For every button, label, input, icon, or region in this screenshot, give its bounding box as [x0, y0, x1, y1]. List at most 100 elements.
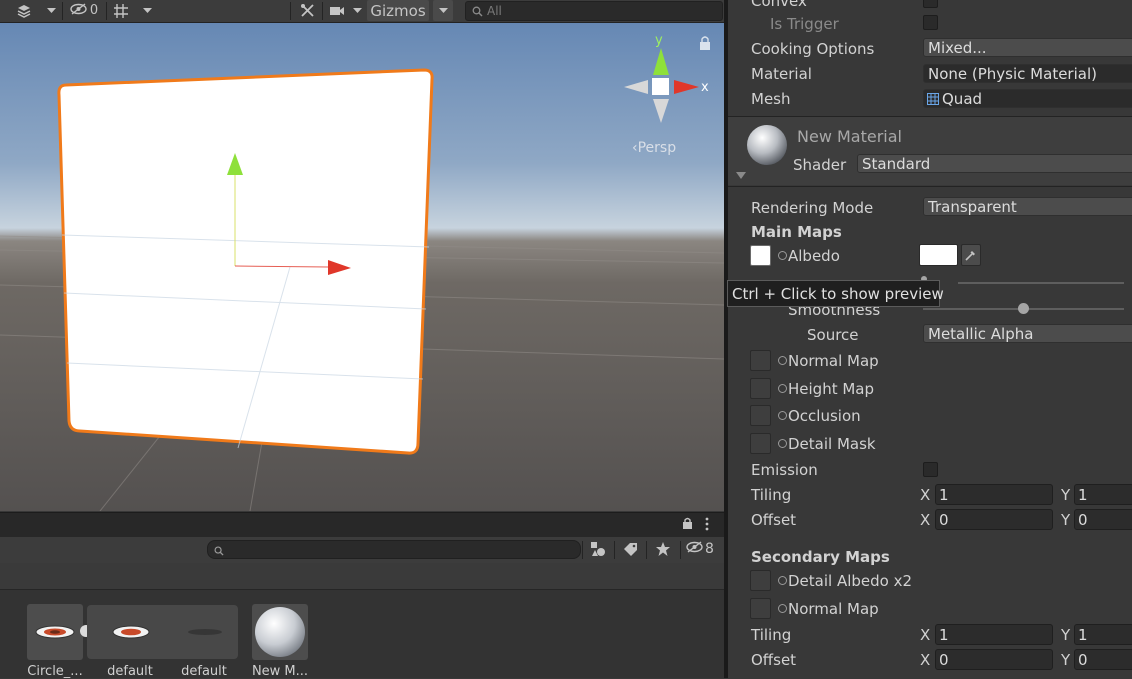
- detail-albedo-texture-slot[interactable]: [750, 570, 771, 591]
- emission-checkbox[interactable]: [923, 462, 938, 477]
- emission-label: Emission: [751, 461, 818, 479]
- gizmo-y-label: y: [655, 33, 663, 48]
- star-icon[interactable]: [655, 541, 671, 561]
- object-picker-icon[interactable]: [778, 576, 787, 585]
- is-trigger-checkbox[interactable]: [923, 15, 938, 30]
- section-divider: [728, 186, 1132, 187]
- secondary-normal-map-label: Normal Map: [788, 600, 879, 618]
- object-picker-icon[interactable]: [778, 251, 787, 260]
- detail-mask-texture-slot[interactable]: [750, 433, 771, 454]
- asset-label: default: [181, 664, 227, 679]
- project-panel-header: [0, 512, 724, 537]
- camera-dropdown-chevron-icon[interactable]: [349, 0, 365, 21]
- layers-dropdown-chevron-icon[interactable]: [42, 0, 60, 21]
- eyedropper-icon[interactable]: [961, 244, 981, 266]
- smoothness-slider-thumb[interactable]: [1017, 303, 1029, 314]
- secondary-offset-x-input[interactable]: 0: [935, 649, 1053, 670]
- offset-y-input[interactable]: 0: [1074, 509, 1132, 530]
- menu-dots-icon[interactable]: [704, 517, 710, 535]
- hidden-objects-count: 0: [89, 3, 99, 18]
- asset-thumbnail[interactable]: [27, 604, 83, 660]
- asset-thumbnail[interactable]: [103, 604, 159, 660]
- label-icon[interactable]: [623, 542, 639, 560]
- object-picker-icon[interactable]: [778, 439, 787, 448]
- gizmo-center-cube[interactable]: [652, 78, 669, 95]
- mesh-field[interactable]: Quad: [923, 89, 1132, 108]
- gizmo-x-cone[interactable]: [674, 80, 699, 94]
- mesh-label: Mesh: [751, 90, 791, 108]
- project-visibility-toggle[interactable]: 8: [686, 541, 714, 557]
- layers-icon[interactable]: [12, 0, 36, 21]
- albedo-texture-slot[interactable]: [750, 245, 771, 266]
- projection-toggle[interactable]: ‹Persp: [632, 140, 676, 156]
- project-search-input[interactable]: [207, 540, 581, 559]
- detail-mask-label: Detail Mask: [788, 435, 876, 453]
- tiling-label: Tiling: [751, 486, 792, 504]
- object-picker-icon[interactable]: [778, 411, 787, 420]
- secondary-normal-map-texture-slot[interactable]: [750, 598, 771, 619]
- visibility-icon: [70, 2, 87, 19]
- scene-search-placeholder: All: [487, 4, 502, 18]
- orientation-gizmo[interactable]: [624, 48, 699, 123]
- inspector-panel: Convex Is Trigger Cooking Options Mixed.…: [728, 0, 1132, 678]
- cooking-options-label: Cooking Options: [751, 40, 875, 58]
- material-foldout-arrow-icon[interactable]: [736, 168, 746, 184]
- scene-search-input[interactable]: All: [465, 1, 723, 21]
- occlusion-texture-slot[interactable]: [750, 405, 771, 426]
- search-icon: [472, 6, 483, 17]
- physic-material-field[interactable]: None (Physic Material): [923, 64, 1132, 83]
- scene-viewport[interactable]: y x: [0, 23, 724, 511]
- gizmo-x-label: x: [701, 80, 709, 95]
- scene-view[interactable]: y x ‹Persp: [0, 23, 724, 511]
- albedo-color-swatch[interactable]: [919, 244, 958, 266]
- project-hidden-count: 8: [705, 541, 714, 557]
- gizmos-dropdown-chevron-icon[interactable]: [433, 0, 453, 21]
- object-picker-icon[interactable]: [778, 384, 787, 393]
- tiling-y-input[interactable]: 1: [1074, 484, 1132, 505]
- secondary-tiling-y-input[interactable]: 1: [1074, 624, 1132, 645]
- filter-icon[interactable]: [590, 541, 606, 561]
- grid-icon[interactable]: [110, 0, 132, 21]
- tools-icon[interactable]: [296, 0, 318, 21]
- project-asset-grid: Circle_... default default New M...: [0, 590, 724, 679]
- tiling-y-label: Y: [1061, 486, 1071, 504]
- shader-dropdown[interactable]: Standard: [857, 154, 1132, 173]
- gizmo-y-cone[interactable]: [653, 48, 669, 75]
- gizmos-button[interactable]: Gizmos: [367, 0, 429, 21]
- normal-map-texture-slot[interactable]: [750, 350, 771, 371]
- asset-thumbnail[interactable]: [252, 604, 308, 660]
- preview-tooltip: Ctrl + Click to show preview: [727, 280, 944, 307]
- tiling-x-input[interactable]: 1: [935, 484, 1053, 505]
- camera-icon[interactable]: [326, 0, 348, 21]
- asset-thumbnail[interactable]: [177, 604, 233, 660]
- object-picker-icon[interactable]: [778, 356, 787, 365]
- gizmo-neg-y-cone[interactable]: [653, 99, 669, 123]
- scene-visibility-toggle[interactable]: 0: [66, 0, 102, 21]
- height-map-texture-slot[interactable]: [750, 378, 771, 399]
- smoothness-source-dropdown[interactable]: Metallic Alpha: [923, 324, 1132, 343]
- secondary-offset-label: Offset: [751, 651, 797, 669]
- secondary-maps-title: Secondary Maps: [751, 548, 890, 566]
- grid-dropdown-chevron-icon[interactable]: [138, 0, 156, 21]
- lock-icon[interactable]: [682, 517, 693, 534]
- detail-albedo-label: Detail Albedo x2: [788, 572, 913, 590]
- selected-quad[interactable]: [57, 68, 434, 455]
- cooking-options-dropdown[interactable]: Mixed...: [923, 38, 1132, 57]
- normal-map-label: Normal Map: [788, 352, 879, 370]
- object-picker-icon[interactable]: [778, 604, 787, 613]
- albedo-label: Albedo: [788, 247, 840, 265]
- secondary-offset-y-input[interactable]: 0: [1074, 649, 1132, 670]
- shader-label: Shader: [793, 156, 847, 174]
- metallic-slider-track[interactable]: [958, 282, 1124, 284]
- gizmo-neg-x-cone[interactable]: [624, 80, 648, 94]
- occlusion-label: Occlusion: [788, 407, 861, 425]
- asset-label: New M...: [251, 664, 309, 679]
- convex-checkbox[interactable]: [923, 0, 938, 8]
- secondary-tiling-x-input[interactable]: 1: [935, 624, 1053, 645]
- lock-icon[interactable]: [700, 36, 710, 50]
- rendering-mode-dropdown[interactable]: Transparent: [923, 197, 1132, 216]
- offset-x-input[interactable]: 0: [935, 509, 1053, 530]
- sphere-preview-icon: [746, 124, 788, 166]
- asset-label: Circle_...: [27, 664, 83, 679]
- height-map-label: Height Map: [788, 380, 875, 398]
